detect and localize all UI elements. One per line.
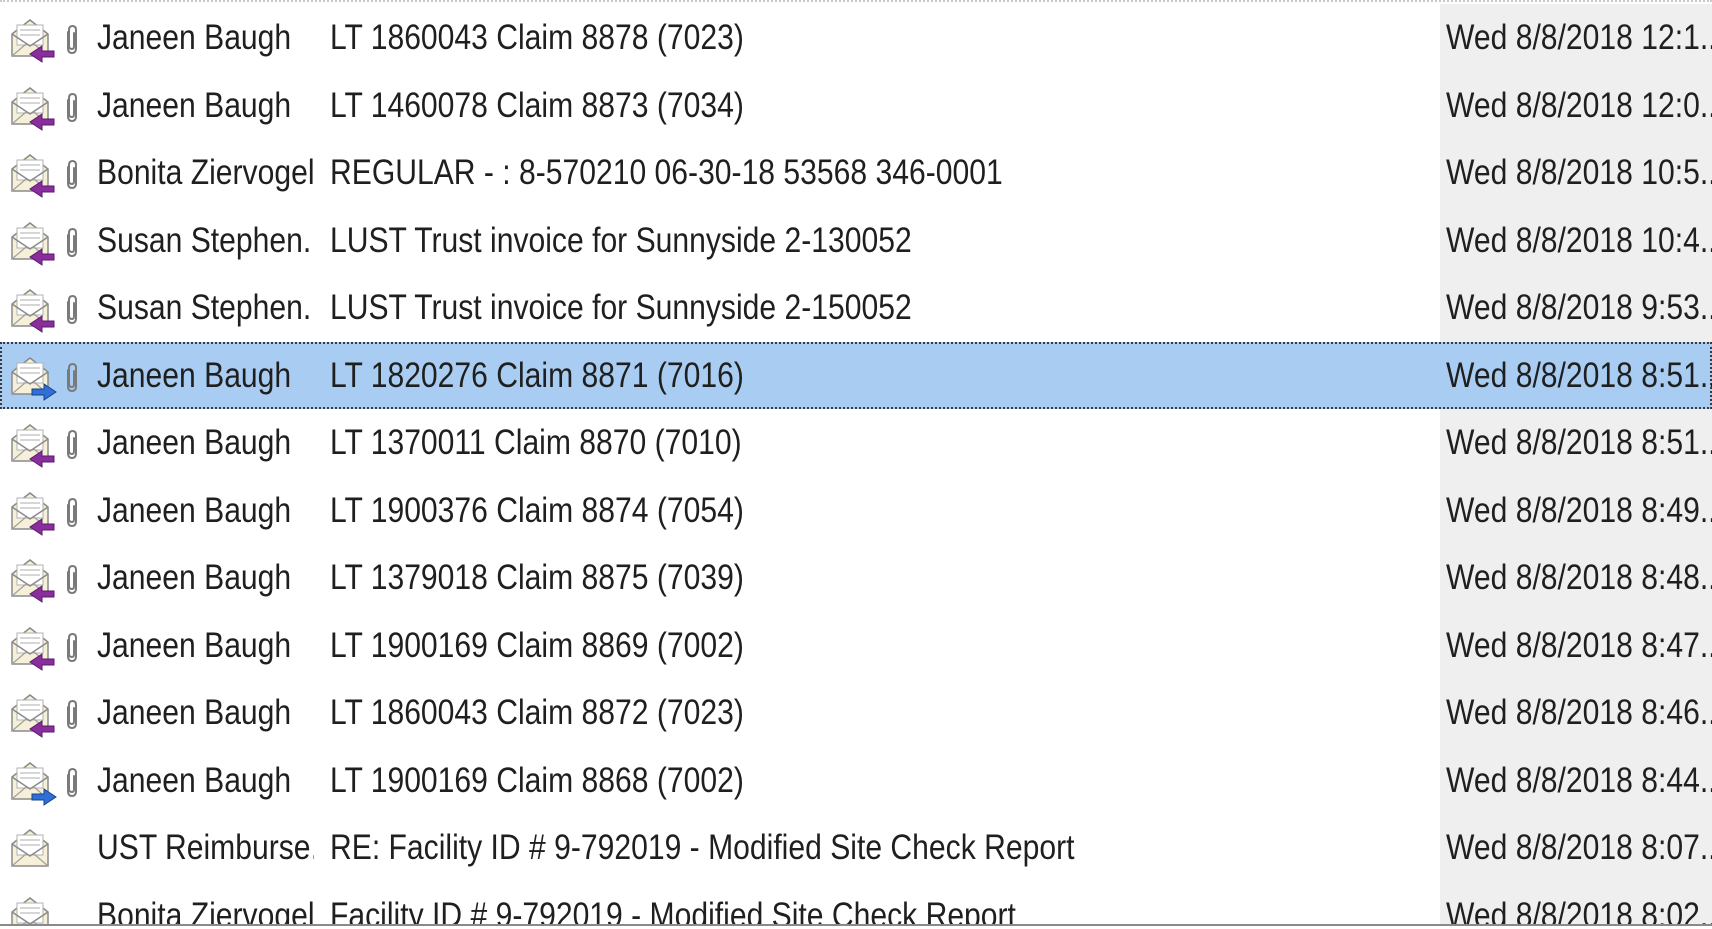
paperclip-icon [62,767,82,799]
message-row-4[interactable]: Susan Stephen... LUST Trust invoice for … [0,206,1712,274]
message-date: Wed 8/8/2018 8:49... [1446,490,1712,530]
message-row-2[interactable]: Janeen Baugh LT 1460078 Claim 8873 (7034… [0,71,1712,139]
message-row-11[interactable]: Janeen Baugh LT 1860043 Claim 8872 (7023… [0,679,1712,747]
envelope-purple-arrow-icon [8,151,58,199]
paperclip-icon [62,497,82,529]
paperclip-icon [62,564,82,596]
message-row-5[interactable]: Susan Stephen... LUST Trust invoice for … [0,274,1712,342]
envelope-purple-arrow-icon [8,624,58,672]
message-subject: RE: Facility ID # 9-792019 - Modified Si… [330,828,1075,867]
message-date: Wed 8/8/2018 12:1... [1446,18,1712,57]
message-date: Wed 8/8/2018 10:4... [1446,220,1712,260]
envelope-purple-arrow-icon [8,84,58,132]
message-subject: LT 1379018 Claim 8875 (7039) [330,558,744,597]
message-from: Janeen Baugh [97,18,292,57]
message-subject: LT 1900169 Claim 8868 (7002) [330,760,744,800]
message-from: Bonita Ziervogel [97,895,314,925]
message-subject: LT 1860043 Claim 8872 (7023) [330,693,744,732]
paperclip-icon [62,362,82,394]
message-row-8[interactable]: Janeen Baugh LT 1900376 Claim 8874 (7054… [0,476,1712,544]
paperclip-icon [62,24,82,56]
message-date: Wed 8/8/2018 8:44... [1446,760,1712,800]
message-date: Wed 8/8/2018 8:07... [1446,828,1712,867]
message-row-13[interactable]: UST Reimburse... RE: Facility ID # 9-792… [0,814,1712,882]
message-subject: LT 1820276 Claim 8871 (7016) [330,355,744,395]
message-subject: LT 1900169 Claim 8869 (7002) [330,625,744,665]
message-date: Wed 8/8/2018 12:0... [1446,85,1712,125]
envelope-purple-arrow-icon [8,556,58,604]
message-row-1[interactable]: Janeen Baugh LT 1860043 Claim 8878 (7023… [0,4,1712,72]
message-from: Susan Stephen... [97,288,314,327]
message-from: Janeen Baugh [97,693,292,732]
envelope-purple-arrow-icon [8,691,58,739]
message-from: Janeen Baugh [97,760,292,800]
message-row-7[interactable]: Janeen Baugh LT 1370011 Claim 8870 (7010… [0,409,1712,477]
message-subject: Facility ID # 9-792019 - Modified Site C… [330,895,1016,925]
message-date: Wed 8/8/2018 8:47... [1446,625,1712,665]
message-from: Janeen Baugh [97,423,292,462]
message-from: Janeen Baugh [97,558,292,597]
message-date: Wed 8/8/2018 8:51... [1446,423,1712,462]
paperclip-icon [62,632,82,664]
message-list[interactable]: Janeen Baugh LT 1860043 Claim 8878 (7023… [0,4,1712,924]
message-row-9[interactable]: Janeen Baugh LT 1379018 Claim 8875 (7039… [0,544,1712,612]
envelope-purple-arrow-icon [8,286,58,334]
paperclip-icon [62,159,82,191]
message-row-10[interactable]: Janeen Baugh LT 1900169 Claim 8869 (7002… [0,611,1712,679]
message-from: UST Reimburse... [97,828,314,867]
paperclip-icon [62,429,82,461]
envelope-open-icon [8,894,58,924]
paperclip-icon [62,294,82,326]
message-subject: LT 1370011 Claim 8870 (7010) [330,423,742,462]
message-date: Wed 8/8/2018 8:48... [1446,558,1712,597]
paperclip-icon [62,92,82,124]
list-bottom-border [0,924,1712,926]
message-date: Wed 8/8/2018 8:51... [1446,355,1712,395]
message-subject: REGULAR - : 8-570210 06-30-18 53568 346-… [330,153,1003,192]
message-from: Susan Stephen... [97,220,314,260]
message-from: Janeen Baugh [97,625,292,665]
message-from: Janeen Baugh [97,85,292,125]
message-row-3[interactable]: Bonita Ziervogel REGULAR - : 8-570210 06… [0,139,1712,207]
list-top-border [0,0,1712,3]
envelope-open-icon [8,826,58,874]
message-from: Bonita Ziervogel [97,153,314,192]
envelope-purple-arrow-icon [8,16,58,64]
message-row-6[interactable]: Janeen Baugh LT 1820276 Claim 8871 (7016… [0,341,1712,409]
message-from: Janeen Baugh [97,490,292,530]
paperclip-icon [62,699,82,731]
message-row-14[interactable]: Bonita Ziervogel Facility ID # 9-792019 … [0,881,1712,925]
envelope-purple-arrow-icon [8,219,58,267]
message-subject: LT 1900376 Claim 8874 (7054) [330,490,744,530]
envelope-blue-arrow-icon [8,354,58,402]
message-subject: LUST Trust invoice for Sunnyside 2-15005… [330,288,912,327]
envelope-blue-arrow-icon [8,759,58,807]
message-date: Wed 8/8/2018 9:53... [1446,288,1712,327]
message-date: Wed 8/8/2018 8:46... [1446,693,1712,732]
message-date: Wed 8/8/2018 8:02... [1446,895,1712,925]
message-subject: LT 1860043 Claim 8878 (7023) [330,18,744,57]
message-date: Wed 8/8/2018 10:5... [1446,153,1712,192]
message-subject: LT 1460078 Claim 8873 (7034) [330,85,744,125]
message-row-12[interactable]: Janeen Baugh LT 1900169 Claim 8868 (7002… [0,746,1712,814]
message-from: Janeen Baugh [97,355,292,395]
message-subject: LUST Trust invoice for Sunnyside 2-13005… [330,220,912,260]
envelope-purple-arrow-icon [8,489,58,537]
paperclip-icon [62,227,82,259]
envelope-purple-arrow-icon [8,421,58,469]
